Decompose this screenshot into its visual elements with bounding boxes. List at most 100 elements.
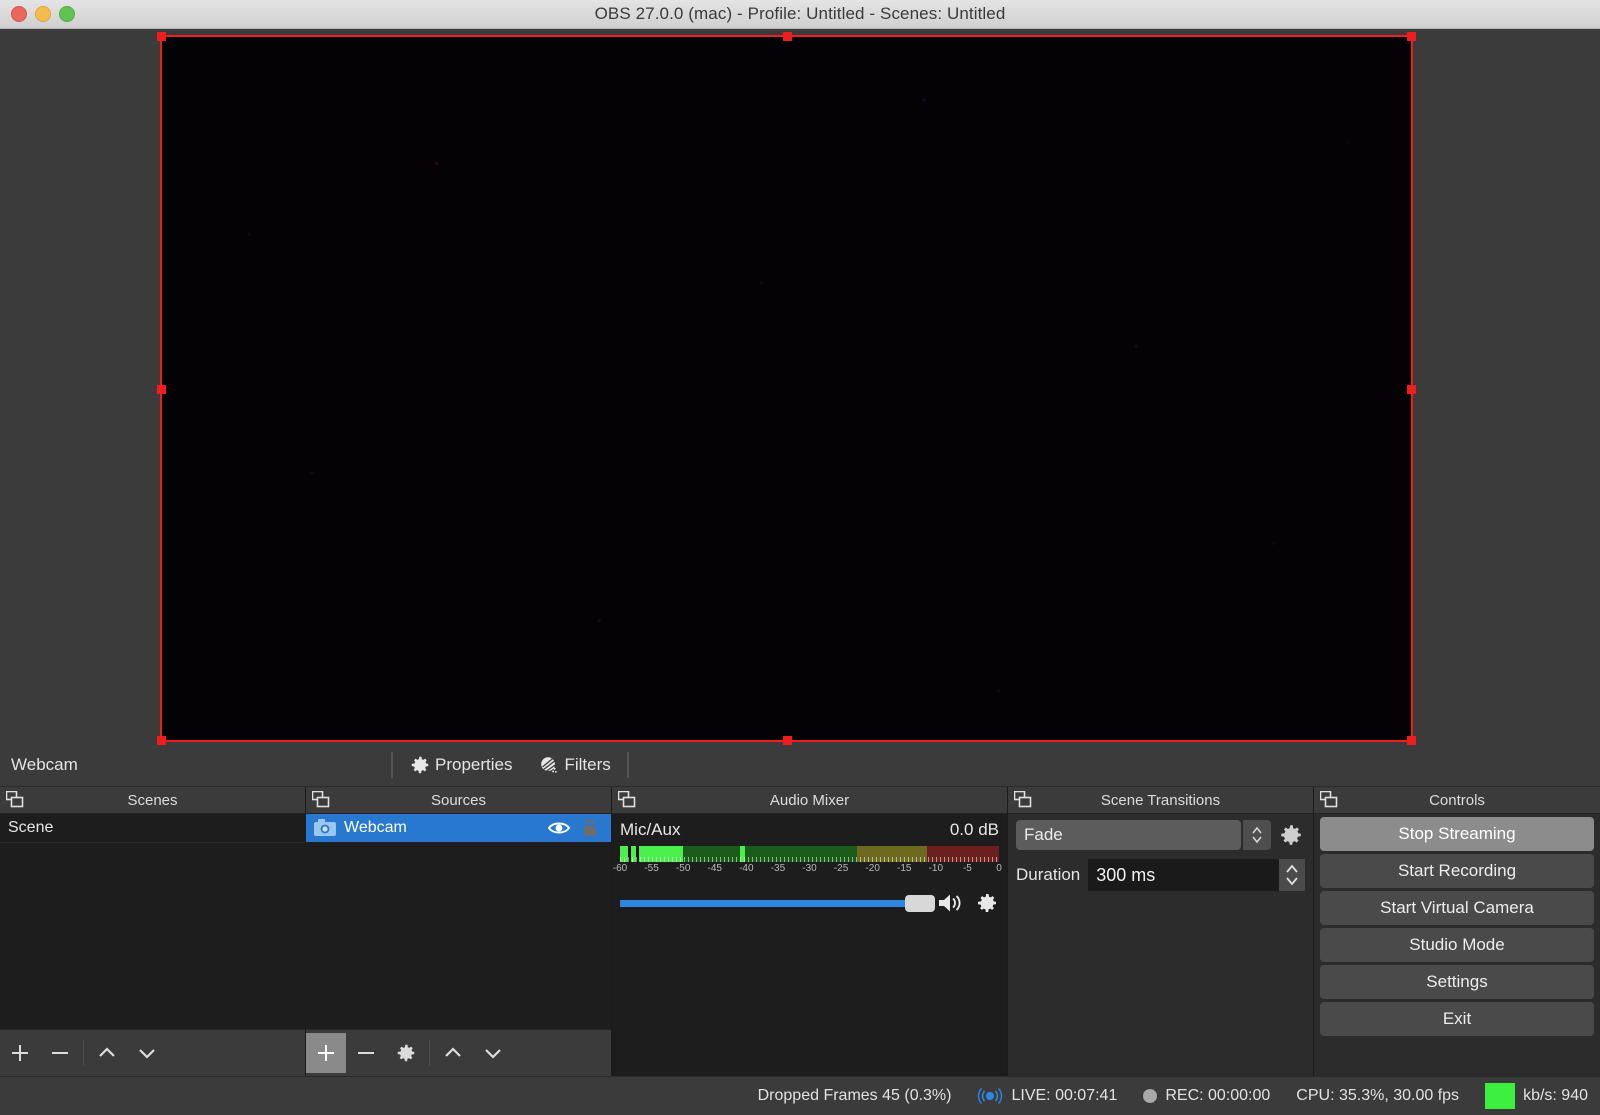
sources-toolbar-divider bbox=[429, 1040, 430, 1066]
properties-label: Properties bbox=[435, 755, 512, 775]
zoom-window-button[interactable] bbox=[59, 6, 75, 22]
scene-transitions-dock-title: Scene Transitions bbox=[1008, 787, 1313, 814]
audio-level-meter bbox=[620, 846, 999, 862]
sources-dock: Sources Webcam bbox=[306, 787, 612, 1076]
dropped-frames-status: Dropped Frames 45 (0.3%) bbox=[758, 1087, 952, 1105]
audio-channel-db: 0.0 dB bbox=[950, 820, 999, 840]
live-time-label: LIVE: 00:07:41 bbox=[1011, 1087, 1117, 1105]
preview-area[interactable] bbox=[0, 29, 1600, 744]
meter-tick-label: -25 bbox=[834, 863, 848, 874]
meter-scale-labels: -60-55-50-45-40-35-30-25-20-15-10-50 bbox=[620, 863, 999, 879]
resize-handle-top-center[interactable] bbox=[783, 32, 792, 41]
properties-button[interactable]: Properties bbox=[403, 752, 518, 778]
scenes-list[interactable]: Scene bbox=[0, 814, 305, 1029]
toolbar-divider-left bbox=[391, 752, 393, 778]
control-button-start-recording[interactable]: Start Recording bbox=[1320, 854, 1594, 888]
duration-stepper[interactable] bbox=[1279, 859, 1305, 891]
resize-handle-middle-right[interactable] bbox=[1407, 385, 1416, 394]
control-button-stop-streaming[interactable]: Stop Streaming bbox=[1320, 817, 1594, 851]
live-status: LIVE: 00:07:41 bbox=[977, 1085, 1117, 1107]
scene-transitions-dock: Scene Transitions Fade Duration bbox=[1008, 787, 1314, 1076]
transition-select[interactable]: Fade bbox=[1016, 820, 1241, 850]
meter-tick-label: -45 bbox=[708, 863, 722, 874]
connection-quality-icon bbox=[1485, 1083, 1515, 1109]
resize-handle-top-left[interactable] bbox=[157, 32, 166, 41]
eye-icon[interactable] bbox=[547, 819, 571, 837]
audio-settings-gear-icon[interactable] bbox=[975, 891, 999, 915]
resize-handle-bottom-center[interactable] bbox=[783, 736, 792, 745]
speaker-icon[interactable] bbox=[937, 891, 967, 915]
control-button-settings[interactable]: Settings bbox=[1320, 965, 1594, 999]
float-dock-icon[interactable] bbox=[1014, 791, 1032, 808]
move-scene-down-button[interactable] bbox=[127, 1033, 167, 1073]
volume-fader-row bbox=[620, 891, 999, 915]
float-dock-icon[interactable] bbox=[618, 791, 636, 808]
meter-tick-label: -35 bbox=[771, 863, 785, 874]
meter-tick-label: -5 bbox=[963, 863, 972, 874]
filters-label: Filters bbox=[564, 755, 610, 775]
bitrate-label: kb/s: 940 bbox=[1523, 1087, 1588, 1105]
close-window-button[interactable] bbox=[11, 6, 27, 22]
toolbar-divider-right bbox=[627, 752, 629, 778]
float-dock-icon[interactable] bbox=[312, 791, 330, 808]
control-button-studio-mode[interactable]: Studio Mode bbox=[1320, 928, 1594, 962]
controls-dock-title: Controls bbox=[1314, 787, 1600, 814]
scene-list-item[interactable]: Scene bbox=[0, 814, 305, 843]
meter-tick-label: 0 bbox=[996, 863, 1002, 874]
duration-value: 300 ms bbox=[1096, 865, 1155, 886]
preview-canvas[interactable] bbox=[162, 37, 1411, 740]
window-title: OBS 27.0.0 (mac) - Profile: Untitled - S… bbox=[0, 4, 1600, 24]
move-source-down-button[interactable] bbox=[473, 1033, 513, 1073]
transition-properties-gear-icon[interactable] bbox=[1277, 821, 1305, 849]
filters-button[interactable]: Filters bbox=[532, 752, 616, 778]
remove-source-button[interactable] bbox=[346, 1033, 386, 1073]
move-scene-up-button[interactable] bbox=[87, 1033, 127, 1073]
duration-input[interactable]: 300 ms bbox=[1088, 859, 1305, 891]
obs-window: OBS 27.0.0 (mac) - Profile: Untitled - S… bbox=[0, 0, 1600, 1115]
minimize-window-button[interactable] bbox=[35, 6, 51, 22]
transition-duration-row: Duration 300 ms bbox=[1016, 859, 1305, 891]
bitrate-status: kb/s: 940 bbox=[1485, 1083, 1588, 1109]
transition-select-arrows-icon[interactable] bbox=[1243, 820, 1271, 850]
audio-mixer-dock-title: Audio Mixer bbox=[612, 787, 1007, 814]
resize-handle-middle-left[interactable] bbox=[157, 385, 166, 394]
scenes-dock-title: Scenes bbox=[0, 787, 305, 814]
slider-fill bbox=[620, 900, 920, 907]
meter-tick-label: -20 bbox=[865, 863, 879, 874]
source-list-item[interactable]: Webcam bbox=[306, 814, 611, 842]
add-source-button[interactable] bbox=[306, 1033, 346, 1073]
audio-channel-name: Mic/Aux bbox=[620, 820, 680, 840]
audio-mixer-dock: Audio Mixer Mic/Aux 0.0 dB -60-55-50-45-… bbox=[612, 787, 1008, 1076]
source-toolbar: Webcam Properties Filters bbox=[0, 744, 1600, 787]
traffic-lights bbox=[0, 6, 75, 22]
meter-tick-label: -30 bbox=[802, 863, 816, 874]
duration-label: Duration bbox=[1016, 865, 1080, 885]
remove-scene-button[interactable] bbox=[40, 1033, 80, 1073]
unlock-icon[interactable] bbox=[579, 819, 603, 837]
controls-dock: Controls Stop StreamingStart RecordingSt… bbox=[1314, 787, 1600, 1076]
float-dock-icon[interactable] bbox=[6, 791, 24, 808]
resize-handle-bottom-right[interactable] bbox=[1407, 736, 1416, 745]
control-button-start-virtual-camera[interactable]: Start Virtual Camera bbox=[1320, 891, 1594, 925]
move-source-up-button[interactable] bbox=[433, 1033, 473, 1073]
cpu-status: CPU: 35.3%, 30.00 fps bbox=[1296, 1087, 1459, 1105]
dock-row: Scenes Scene bbox=[0, 787, 1600, 1076]
source-properties-button[interactable] bbox=[386, 1033, 426, 1073]
resize-handle-top-right[interactable] bbox=[1407, 32, 1416, 41]
record-status-icon bbox=[1143, 1089, 1157, 1103]
meter-tick-label: -10 bbox=[929, 863, 943, 874]
cpu-fps-label: CPU: 35.3%, 30.00 fps bbox=[1296, 1087, 1459, 1105]
float-dock-icon[interactable] bbox=[1320, 791, 1338, 808]
live-broadcast-icon bbox=[977, 1085, 1003, 1107]
slider-knob[interactable] bbox=[905, 895, 935, 912]
resize-handle-bottom-left[interactable] bbox=[157, 736, 166, 745]
volume-slider[interactable] bbox=[620, 893, 929, 913]
transition-select-row: Fade bbox=[1016, 820, 1305, 850]
meter-tick-label: -50 bbox=[676, 863, 690, 874]
controls-body: Stop StreamingStart RecordingStart Virtu… bbox=[1314, 814, 1600, 1076]
control-button-exit[interactable]: Exit bbox=[1320, 1002, 1594, 1036]
sources-list[interactable]: Webcam bbox=[306, 814, 611, 1029]
scenes-toolbar-divider bbox=[83, 1040, 84, 1066]
sources-title-label: Sources bbox=[431, 792, 486, 809]
add-scene-button[interactable] bbox=[0, 1033, 40, 1073]
